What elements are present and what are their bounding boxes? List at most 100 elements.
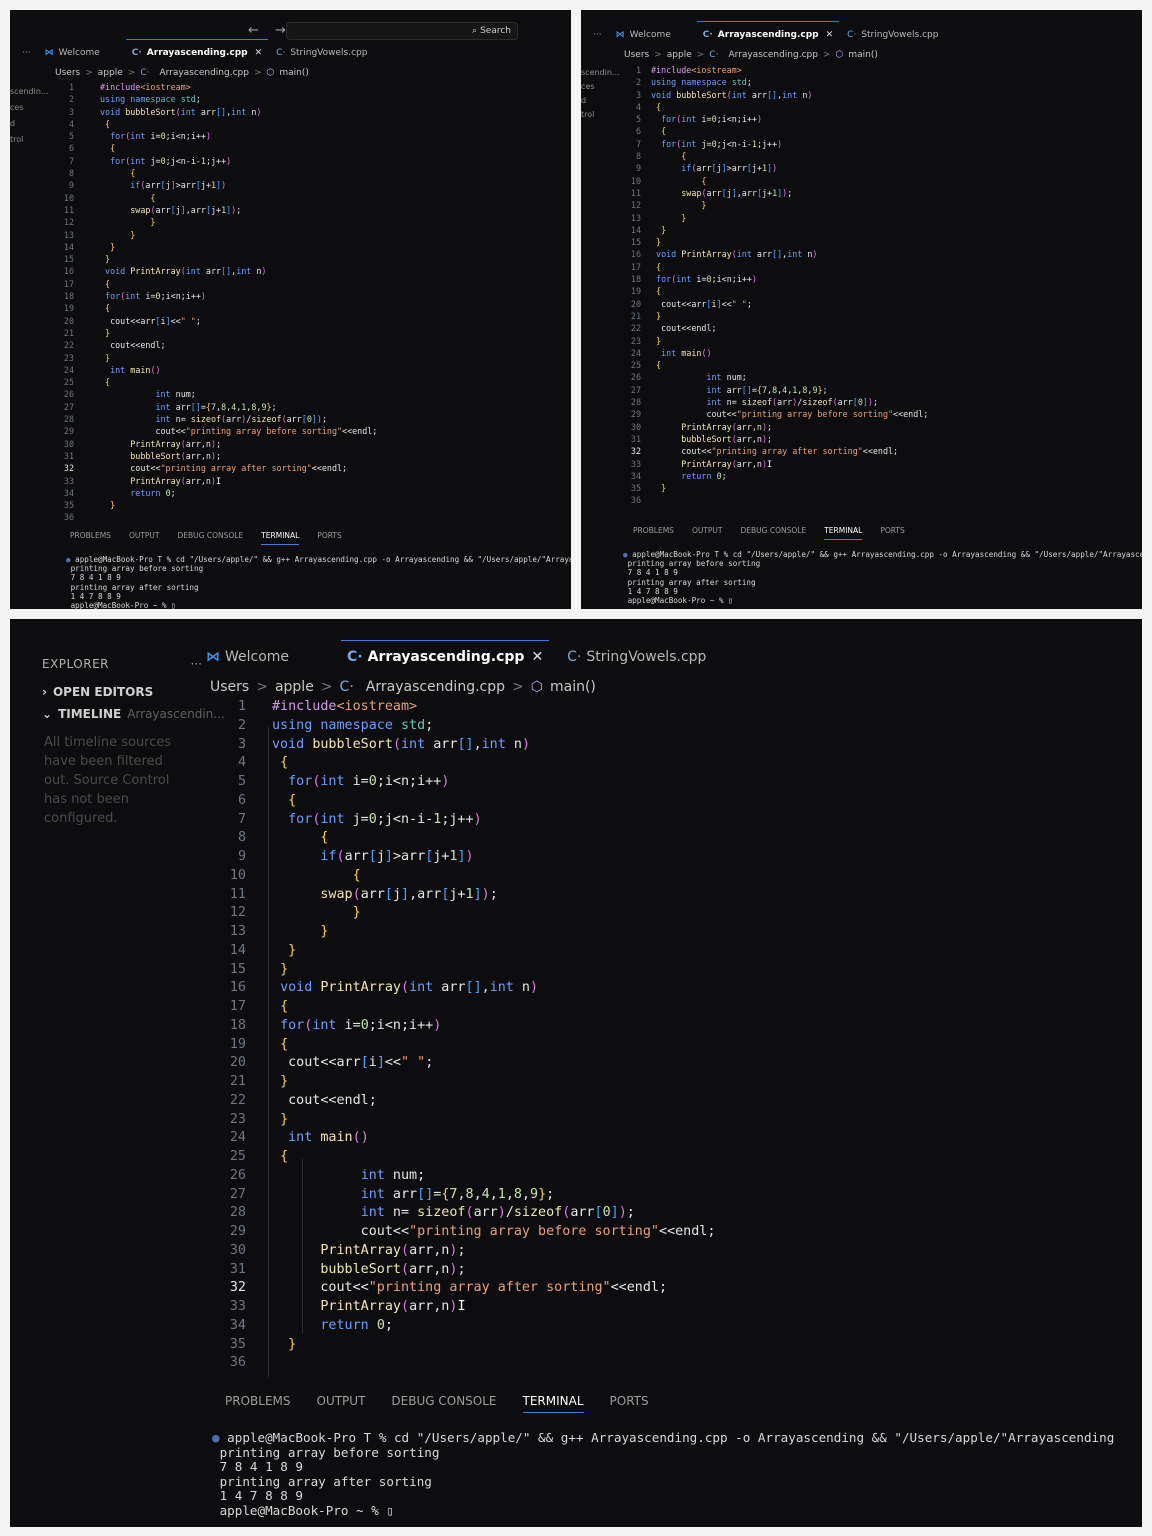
code-line[interactable]: 34 return 0; (625, 470, 928, 482)
code-line[interactable]: 18 for(int i=0;i<n;i++) (54, 290, 377, 302)
code-line[interactable]: 5 for(int i=0;i<n;i++) (54, 130, 377, 142)
code-line[interactable]: 2 using namespace std; (54, 93, 377, 105)
breadcrumb-symbol[interactable]: main() (848, 50, 878, 60)
breadcrumb-file[interactable]: Arrayascending.cpp (159, 68, 249, 78)
code-line[interactable]: 2 using namespace std; (625, 76, 928, 88)
code-line[interactable]: 16 void PrintArray(int arr[],int n) (216, 979, 715, 998)
panel-tab-debug-console[interactable]: DEBUG CONSOLE (391, 1394, 496, 1408)
code-line[interactable]: 31 bubbleSort(arr,n); (625, 433, 928, 445)
tab-stringvowels[interactable]: C· StringVowels.cpp (276, 48, 367, 58)
code-line[interactable]: 26 int num; (54, 388, 377, 400)
breadcrumb-apple[interactable]: apple (98, 68, 123, 78)
back-arrow-icon[interactable]: ← (248, 23, 259, 38)
tab-welcome[interactable]: ⋈ Welcome (206, 649, 289, 665)
search-input[interactable]: ⌕ Search (286, 22, 518, 40)
code-line[interactable]: 14 } (54, 241, 377, 253)
code-editor[interactable]: 1 #include<iostream> 2 using namespace std;… (216, 698, 716, 1373)
code-line[interactable]: 29 cout<<"printing array before sorting"… (54, 425, 377, 437)
code-line[interactable]: 12 } (625, 199, 928, 211)
code-line[interactable]: 10 { (216, 867, 715, 886)
terminal[interactable]: ● apple@MacBook-Pro T % cd "/Users/apple… (66, 555, 571, 609)
code-line[interactable]: 18 for(int i=0;i<n;i++) (216, 1017, 715, 1036)
code-line[interactable]: 11 swap(arr[j],arr[j+1]); (216, 886, 715, 905)
code-line[interactable]: 1 #include<iostream> (216, 698, 715, 717)
code-line[interactable]: 7 for(int j=0;j<n-i-1;j++) (54, 155, 377, 167)
code-line[interactable]: 22 cout<<endl; (54, 339, 377, 351)
code-line[interactable]: 30 PrintArray(arr,n); (54, 438, 377, 450)
code-line[interactable]: 3 void bubbleSort(int arr[],int n) (216, 736, 715, 755)
panel-tab-output[interactable]: OUTPUT (129, 531, 160, 540)
code-line[interactable]: 17 { (54, 278, 377, 290)
code-line[interactable]: 13 } (216, 923, 715, 942)
breadcrumb-symbol[interactable]: main() (279, 68, 309, 78)
more-icon[interactable]: ··· (593, 30, 602, 40)
code-line[interactable]: 2 using namespace std; (216, 717, 715, 736)
tab-welcome[interactable]: ⋈ Welcome (616, 30, 671, 40)
code-line[interactable]: 12 } (216, 904, 715, 923)
breadcrumb-apple[interactable]: apple (275, 679, 314, 695)
code-line[interactable]: 34 return 0; (54, 487, 377, 499)
code-line[interactable]: 28 int n= sizeof(arr)/sizeof(arr[0]); (54, 413, 377, 425)
panel-tab-terminal[interactable]: TERMINAL (261, 531, 300, 545)
code-line[interactable]: 10 { (54, 192, 377, 204)
code-line[interactable]: 33 PrintArray(arr,n)I (625, 458, 928, 470)
panel-tab-debug-console[interactable]: DEBUG CONSOLE (741, 526, 807, 535)
code-line[interactable]: 32 cout<<"printing array after sorting"<… (625, 445, 928, 457)
breadcrumb-file[interactable]: Arrayascending.cpp (366, 679, 505, 695)
code-line[interactable]: 20 cout<<arr[i]<<" "; (216, 1054, 715, 1073)
code-line[interactable]: 23 } (54, 352, 377, 364)
code-line[interactable]: 19 { (625, 285, 928, 297)
code-line[interactable]: 14 } (625, 224, 928, 236)
code-line[interactable]: 4 { (216, 754, 715, 773)
code-line[interactable]: 18 for(int i=0;i<n;i++) (625, 273, 928, 285)
code-line[interactable]: 31 bubbleSort(arr,n); (54, 450, 377, 462)
code-line[interactable]: 7 for(int j=0;j<n-i-1;j++) (625, 138, 928, 150)
code-line[interactable]: 24 int main() (625, 347, 928, 359)
code-line[interactable]: 15 } (216, 961, 715, 980)
code-line[interactable]: 29 cout<<"printing array before sorting"… (625, 408, 928, 420)
code-line[interactable]: 7 for(int j=0;j<n-i-1;j++) (216, 811, 715, 830)
tab-welcome[interactable]: ⋈ Welcome (45, 48, 100, 58)
breadcrumb-users[interactable]: Users (210, 679, 249, 695)
code-line[interactable]: 23 } (625, 335, 928, 347)
tab-arrayascending[interactable]: C· Arrayascending.cpp ✕ (696, 21, 840, 40)
code-line[interactable]: 25 { (625, 359, 928, 371)
code-line[interactable]: 6 { (216, 792, 715, 811)
code-line[interactable]: 36 (625, 494, 928, 506)
code-line[interactable]: 26 int num; (216, 1167, 715, 1186)
code-line[interactable]: 33 PrintArray(arr,n)I (54, 475, 377, 487)
tab-arrayascending[interactable]: C· Arrayascending.cpp ✕ (125, 39, 269, 58)
code-line[interactable]: 17 { (216, 998, 715, 1017)
panel-tab-ports[interactable]: PORTS (317, 531, 341, 540)
close-tab-icon[interactable]: ✕ (531, 649, 543, 665)
code-line[interactable]: 5 for(int i=0;i<n;i++) (216, 773, 715, 792)
code-line[interactable]: 15 } (625, 236, 928, 248)
panel-tab-ports[interactable]: PORTS (880, 526, 904, 535)
code-line[interactable]: 6 { (625, 125, 928, 137)
breadcrumb-symbol[interactable]: main() (550, 679, 596, 695)
panel-tab-problems[interactable]: PROBLEMS (70, 531, 111, 540)
panel-tab-terminal[interactable]: TERMINAL (522, 1394, 584, 1413)
code-line[interactable]: 16 void PrintArray(int arr[],int n) (54, 265, 377, 277)
panel-tab-output[interactable]: OUTPUT (692, 526, 723, 535)
panel-tab-output[interactable]: OUTPUT (317, 1394, 366, 1408)
code-line[interactable]: 22 cout<<endl; (216, 1092, 715, 1111)
code-line[interactable]: 30 PrintArray(arr,n); (625, 421, 928, 433)
breadcrumb-file[interactable]: Arrayascending.cpp (728, 50, 818, 60)
code-line[interactable]: 13 } (625, 212, 928, 224)
code-line[interactable]: 36 (216, 1354, 715, 1373)
code-line[interactable]: 21 } (625, 310, 928, 322)
open-editors-section[interactable]: › OPEN EDITORS (42, 685, 202, 699)
code-line[interactable]: 36 (54, 511, 377, 523)
code-line[interactable]: 25 { (216, 1148, 715, 1167)
code-line[interactable]: 3 void bubbleSort(int arr[],int n) (625, 89, 928, 101)
close-tab-icon[interactable]: ✕ (255, 48, 263, 58)
code-line[interactable]: 21 } (216, 1073, 715, 1092)
code-line[interactable]: 27 int arr[]={7,8,4,1,8,9}; (625, 384, 928, 396)
code-line[interactable]: 8 { (625, 150, 928, 162)
panel-tab-problems[interactable]: PROBLEMS (633, 526, 674, 535)
tab-stringvowels[interactable]: C· StringVowels.cpp (847, 30, 938, 40)
code-line[interactable]: 29 cout<<"printing array before sorting"… (216, 1223, 716, 1242)
code-line[interactable]: 23 } (216, 1111, 715, 1130)
code-line[interactable]: 13 } (54, 229, 377, 241)
